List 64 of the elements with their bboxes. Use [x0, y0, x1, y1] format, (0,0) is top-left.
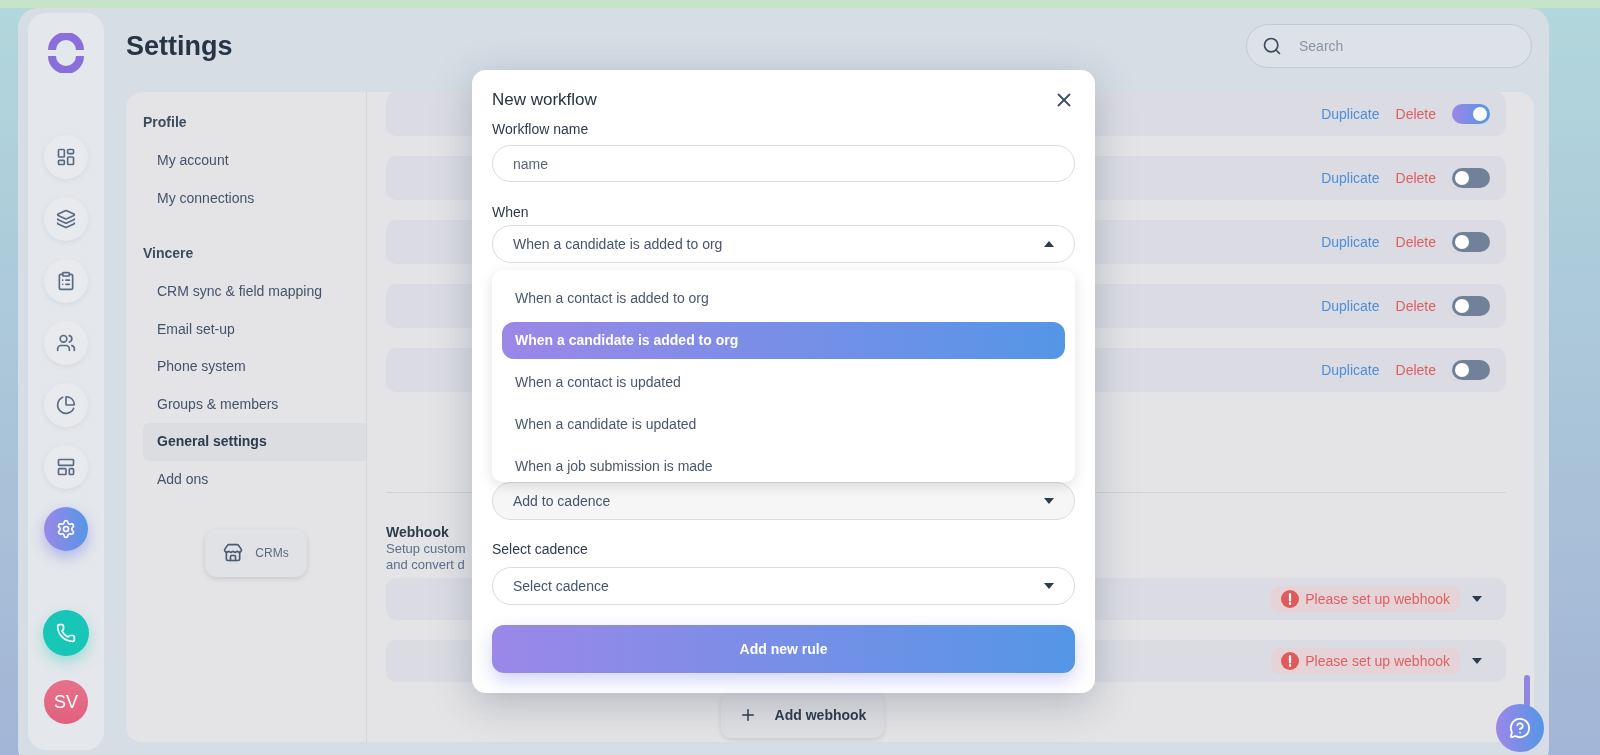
action-select[interactable]: Add to cadence	[492, 482, 1075, 520]
field-label: Select cadence	[492, 540, 589, 558]
search-field[interactable]: Search	[1246, 24, 1532, 68]
stack-icon	[56, 209, 76, 229]
caret-icon	[1472, 658, 1482, 664]
warning-text: Please set up webhook	[1305, 653, 1450, 669]
nav-item[interactable]: Groups & members	[143, 385, 366, 423]
rail-button[interactable]	[44, 197, 88, 241]
phone-icon	[56, 623, 76, 643]
warning-icon	[1281, 590, 1300, 608]
dialog-title: New workflow	[492, 90, 597, 110]
rail-button[interactable]	[44, 135, 88, 179]
nav-section-title: Vincere	[143, 244, 195, 263]
webhook-title: Webhook	[386, 523, 450, 541]
logo-icon	[46, 33, 86, 73]
webhook-description: Setup custom and convert d	[386, 541, 466, 573]
people-icon	[56, 333, 76, 353]
help-chat-icon	[1509, 717, 1531, 739]
warning-text: Please set up webhook	[1305, 591, 1450, 607]
rail-button[interactable]	[44, 321, 88, 365]
scrollbar-thumb[interactable]	[1524, 675, 1530, 707]
page-title: Settings	[126, 30, 233, 62]
dropdown-option[interactable]: When a job submission is made	[492, 448, 1075, 482]
workflow-name-field[interactable]: name	[492, 145, 1075, 182]
clipboard-icon	[56, 271, 76, 291]
rail-button[interactable]	[44, 259, 88, 303]
nav-item[interactable]: Email set-up	[143, 310, 366, 348]
warning-icon	[1281, 652, 1300, 670]
rail-button[interactable]	[44, 383, 88, 427]
rail-button[interactable]	[44, 507, 88, 551]
nav-section-title: Profile	[143, 113, 188, 132]
nav-item[interactable]: My account	[143, 142, 366, 180]
toggle-switch[interactable]	[1452, 104, 1490, 124]
nav-item[interactable]: My connections	[143, 179, 366, 217]
field-label: Workflow name	[492, 120, 590, 138]
dropdown-option[interactable]: When a contact is added to org	[492, 280, 1075, 317]
phone-button[interactable]	[43, 610, 89, 656]
crms-button[interactable]: CRMs	[205, 529, 307, 577]
search-icon	[1262, 36, 1282, 56]
settings-icon	[56, 519, 76, 539]
nav-item[interactable]: General settings	[143, 423, 366, 461]
pie-chart-icon	[56, 395, 76, 415]
cadence-select[interactable]: Select cadence	[492, 567, 1075, 605]
toggle-switch[interactable]	[1452, 360, 1490, 380]
caret-icon	[1044, 498, 1054, 504]
add-webhook-button[interactable]: Add webhook	[721, 692, 884, 738]
nav-item[interactable]: Add ons	[143, 460, 366, 498]
toggle-switch[interactable]	[1452, 168, 1490, 188]
layout-icon	[56, 457, 76, 477]
help-chat-button[interactable]	[1496, 704, 1544, 752]
store-icon	[223, 543, 244, 563]
dropdown-option[interactable]: When a contact is updated	[492, 364, 1075, 401]
nav-item[interactable]: CRM sync & field mapping	[143, 273, 366, 311]
caret-icon	[1472, 596, 1482, 602]
caret-icon	[1044, 583, 1054, 589]
when-select[interactable]: When a candidate is added to org	[492, 225, 1075, 263]
toggle-switch[interactable]	[1452, 232, 1490, 252]
field-label: When	[492, 203, 530, 221]
caret-icon	[1044, 241, 1054, 247]
toggle-switch[interactable]	[1452, 296, 1490, 316]
dashboard-icon	[56, 147, 76, 167]
nav-item[interactable]: Phone system	[143, 348, 366, 386]
dropdown-option[interactable]: When a candidate is updated	[492, 406, 1075, 443]
rail-button[interactable]	[44, 445, 88, 489]
